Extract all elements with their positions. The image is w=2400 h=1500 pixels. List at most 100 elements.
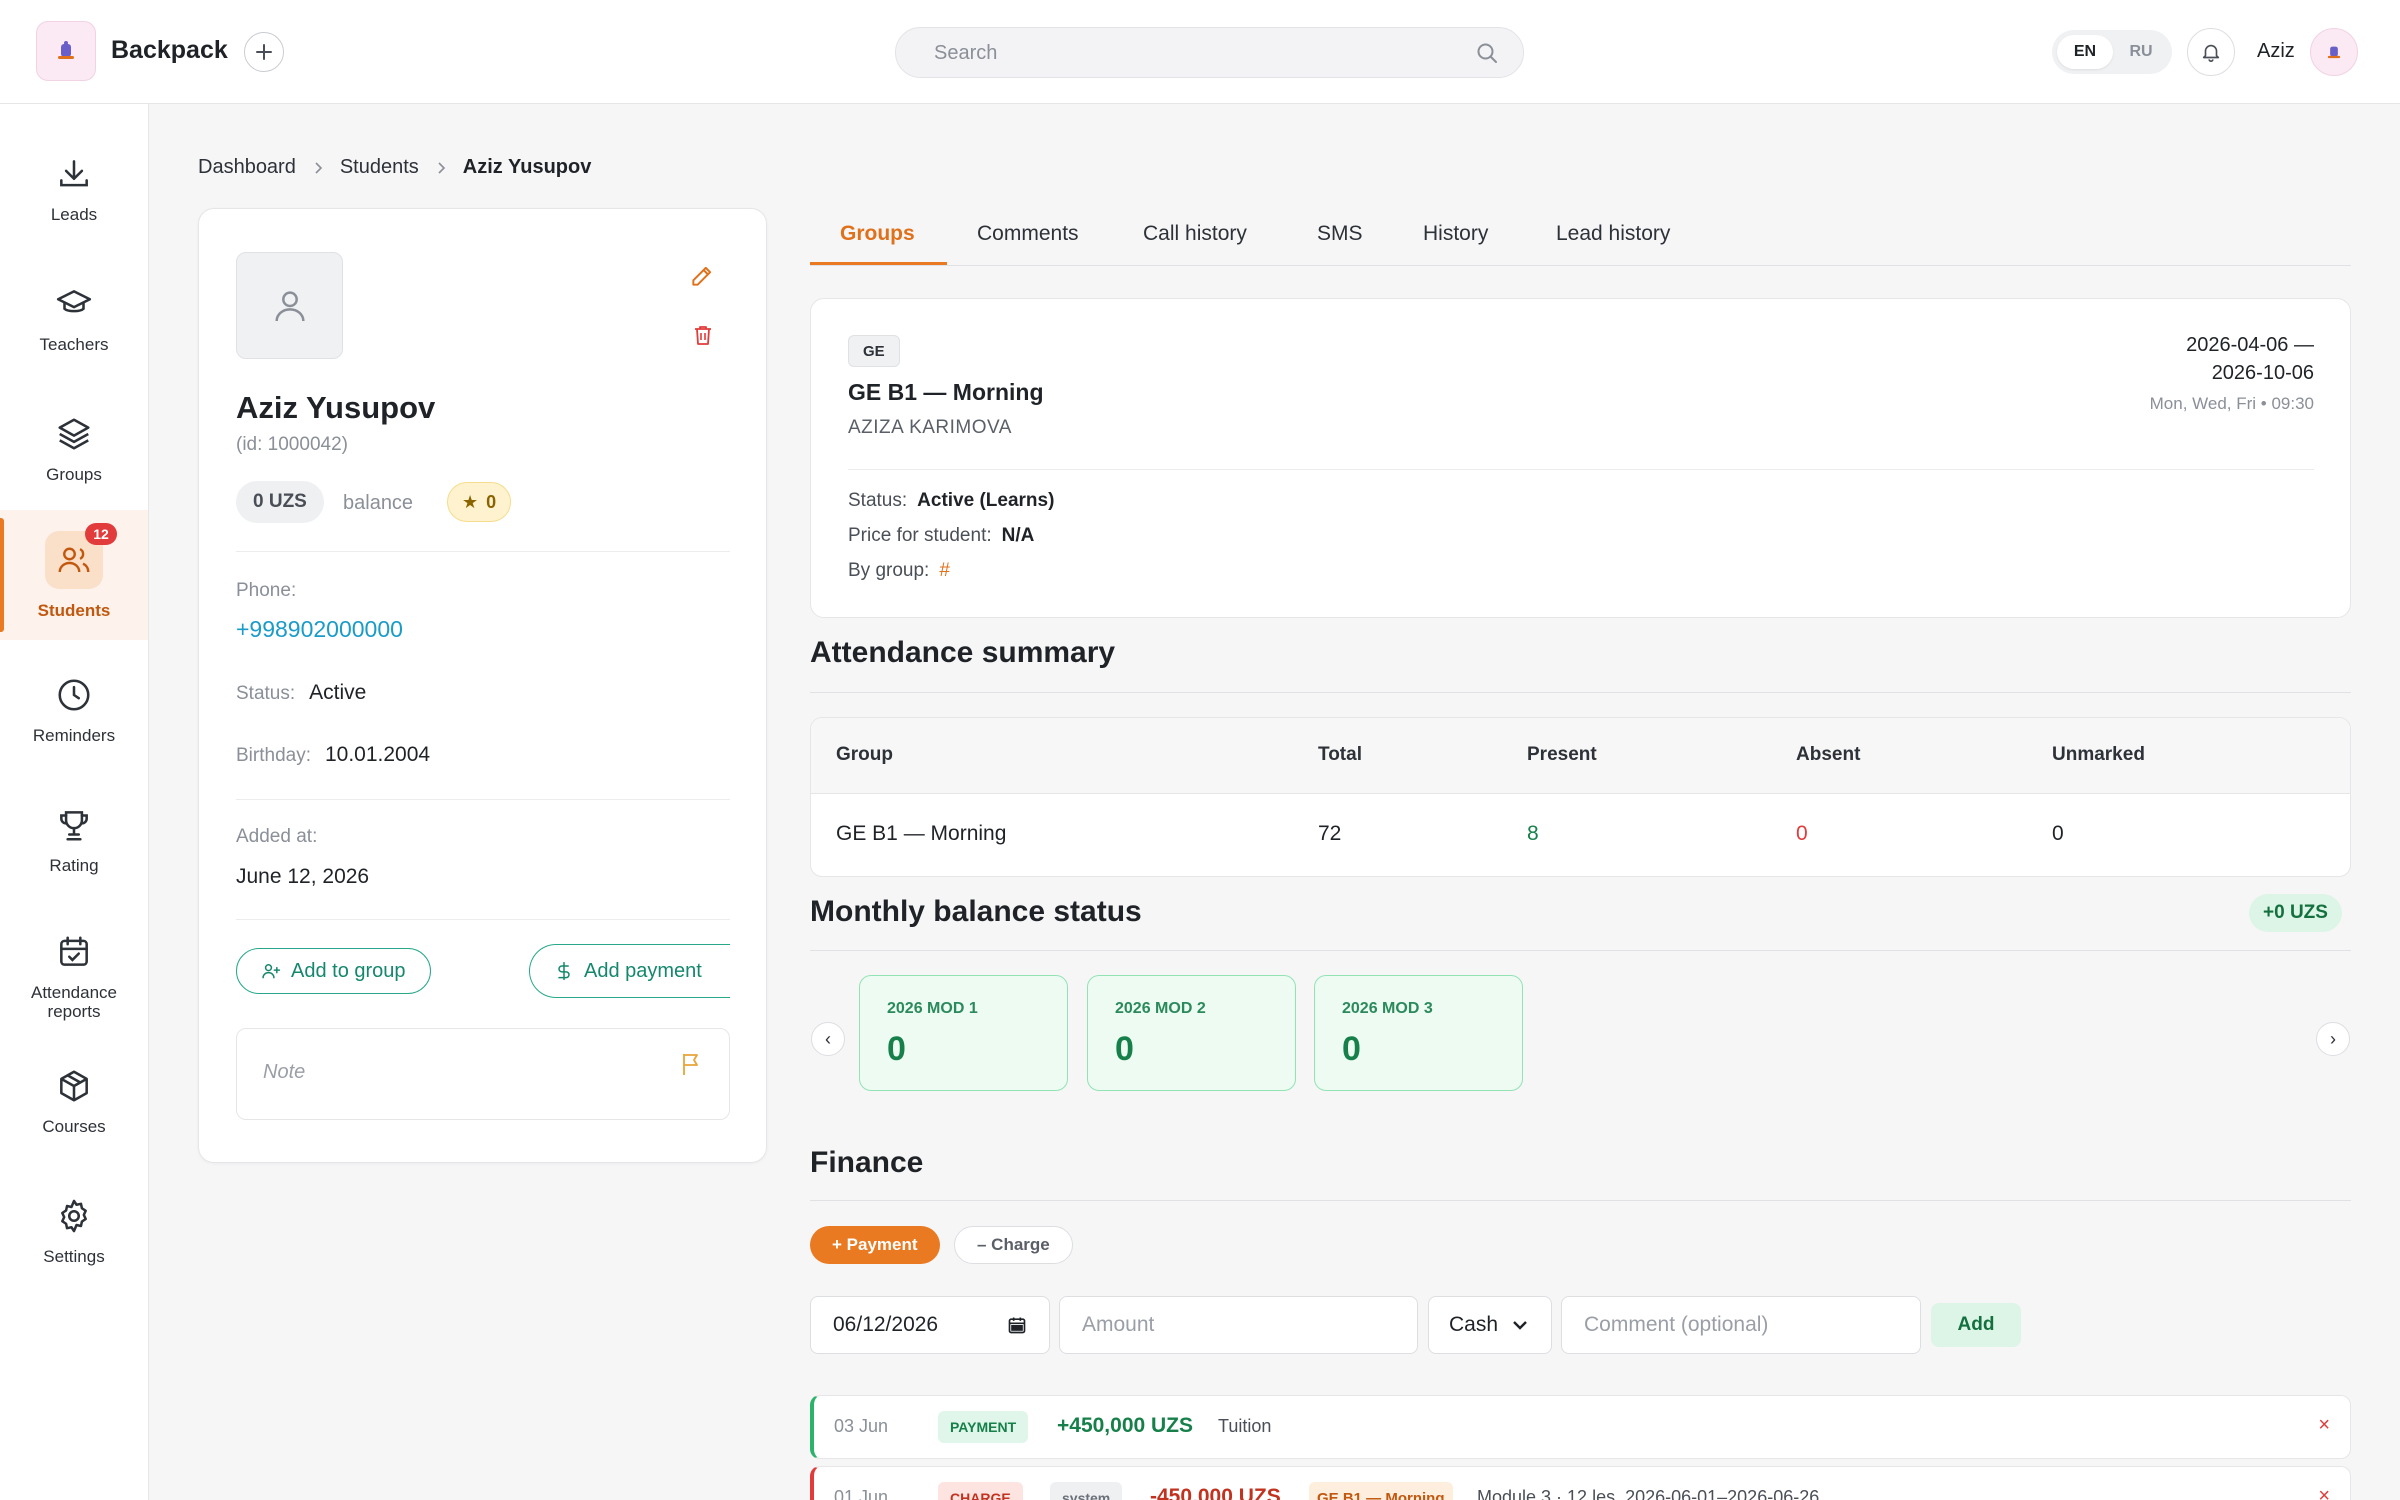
modules-prev-button[interactable]: ‹: [811, 1022, 845, 1056]
sidebar-item-students[interactable]: 12 Students: [0, 510, 148, 640]
date-input[interactable]: 06/12/2026: [810, 1296, 1050, 1354]
transaction-source-tag: system: [1050, 1482, 1123, 1500]
sidebar-item-rating[interactable]: Rating: [0, 775, 148, 905]
phone-link[interactable]: +998902000000: [236, 616, 403, 643]
divider: [848, 469, 2314, 470]
module-card[interactable]: 2026 MOD 1 0: [859, 975, 1068, 1091]
tab-sms[interactable]: SMS: [1317, 222, 1363, 246]
user-plus-icon: [262, 964, 281, 979]
divider: [236, 919, 730, 920]
sidebar-item-label: Attendance reports: [30, 983, 117, 1021]
col-present: Present: [1527, 744, 1597, 765]
group-name[interactable]: GE B1 — Morning: [848, 379, 1044, 406]
sidebar-item-label: Teachers: [39, 334, 109, 354]
group-schedule: Mon, Wed, Fri • 09:30: [2149, 394, 2314, 413]
tab-lead-history[interactable]: Lead history: [1556, 222, 1670, 246]
add-transaction-button[interactable]: Add: [1931, 1303, 2021, 1347]
transaction-description: Tuition: [1218, 1416, 1272, 1436]
status-label: Status:: [236, 683, 296, 704]
balance-pill: 0 UZS: [236, 481, 324, 523]
delete-transaction-button[interactable]: ×: [2318, 1485, 2330, 1500]
sidebar-item-reminders[interactable]: Reminders: [0, 645, 148, 775]
modules-next-button[interactable]: ›: [2316, 1022, 2350, 1056]
note-field[interactable]: Note: [236, 1028, 730, 1120]
added-value: June 12, 2026: [236, 865, 370, 888]
lang-en-option[interactable]: EN: [2057, 35, 2113, 69]
group-dates: 2026-04-06 — 2026-10-06: [2186, 331, 2314, 387]
breadcrumb-dashboard[interactable]: Dashboard: [198, 156, 296, 179]
edit-student-button[interactable]: [689, 263, 715, 294]
flag-icon[interactable]: [679, 1051, 703, 1077]
clock-icon: [58, 678, 90, 711]
attendance-title: Attendance summary: [810, 636, 1116, 669]
transaction-group-tag[interactable]: GE B1 — Morning: [1309, 1482, 1453, 1500]
group-by-label: By group:: [848, 560, 930, 581]
add-to-group-button[interactable]: Add to group: [236, 948, 431, 994]
payment-mode-button[interactable]: + Payment: [810, 1226, 940, 1264]
transaction-amount: -450,000 UZS: [1150, 1485, 1281, 1500]
transaction-amount: +450,000 UZS: [1057, 1414, 1194, 1437]
package-icon: [60, 1069, 88, 1102]
sidebar-item-label: Groups: [46, 464, 102, 484]
tab-groups[interactable]: Groups: [840, 222, 915, 246]
cell-unmarked: 0: [2052, 822, 2064, 845]
sidebar-item-courses[interactable]: Courses: [0, 1036, 148, 1166]
graduation-cap-icon: [56, 289, 92, 312]
sidebar-item-label: Settings: [43, 1246, 105, 1266]
user-placeholder-icon: [274, 290, 305, 321]
amount-input[interactable]: [1059, 1296, 1418, 1354]
group-price-row: Price for student: N/A: [848, 525, 1034, 547]
add-payment-button[interactable]: Add payment: [529, 944, 730, 998]
sidebar-item-attendance-reports[interactable]: Attendance reports: [0, 912, 148, 1042]
quick-add-button[interactable]: [244, 32, 284, 72]
col-group: Group: [836, 744, 893, 765]
delete-transaction-button[interactable]: ×: [2318, 1414, 2330, 1437]
lang-ru-option[interactable]: RU: [2113, 35, 2169, 69]
sidebar-item-leads[interactable]: Leads: [0, 124, 148, 254]
breadcrumb-students[interactable]: Students: [340, 156, 419, 179]
charge-mode-button[interactable]: – Charge: [954, 1226, 1073, 1264]
search-icon[interactable]: [1475, 41, 1499, 65]
table-header: Group Total Present Absent Unmarked: [811, 718, 2350, 794]
group-by-row: By group: #: [848, 560, 950, 582]
divider: [810, 950, 2351, 951]
module-card[interactable]: 2026 MOD 3 0: [1314, 975, 1523, 1091]
sidebar-item-label: Reminders: [32, 725, 116, 745]
language-switch: EN RU: [2052, 30, 2172, 74]
transaction-type-tag: PAYMENT: [938, 1411, 1029, 1443]
students-count-badge: 12: [85, 522, 117, 545]
student-photo[interactable]: [236, 252, 343, 359]
rating-value: 0: [486, 491, 497, 512]
breadcrumb-current: Aziz Yusupov: [462, 156, 592, 178]
group-teacher: AZIZA KARIMOVA: [848, 417, 1012, 438]
group-price-value: N/A: [1001, 525, 1035, 546]
tab-call-history[interactable]: Call history: [1143, 222, 1247, 246]
avatar-logo-icon: [2327, 46, 2341, 59]
search-bar: [895, 27, 1524, 78]
module-card[interactable]: 2026 MOD 2 0: [1087, 975, 1296, 1091]
group-card[interactable]: GE GE B1 — Morning AZIZA KARIMOVA 2026-0…: [810, 298, 2351, 618]
chevron-right-icon: [438, 161, 445, 174]
sidebar-item-groups[interactable]: Groups: [0, 384, 148, 514]
tab-history[interactable]: History: [1423, 222, 1488, 246]
comment-input[interactable]: [1561, 1296, 1921, 1354]
sidebar-item-label: Leads: [50, 204, 98, 224]
date-value: 06/12/2026: [833, 1313, 939, 1336]
user-name[interactable]: Aziz: [2257, 40, 2295, 63]
notifications-button[interactable]: [2187, 28, 2235, 76]
delete-student-button[interactable]: [691, 323, 715, 352]
group-status-row: Status: Active (Learns): [848, 490, 1054, 512]
download-icon: [60, 159, 88, 186]
app-logo[interactable]: [36, 21, 96, 81]
status-value: Active: [309, 681, 367, 704]
user-avatar[interactable]: [2310, 28, 2358, 76]
module-value: 0: [887, 1030, 906, 1068]
calendar-icon[interactable]: [1007, 1315, 1027, 1335]
sidebar-item-settings[interactable]: Settings: [0, 1166, 148, 1296]
divider: [236, 799, 730, 800]
group-by-link[interactable]: #: [939, 560, 950, 581]
tab-comments[interactable]: Comments: [977, 222, 1079, 246]
sidebar-item-teachers[interactable]: Teachers: [0, 254, 148, 384]
payment-method-select[interactable]: Cash: [1428, 1296, 1552, 1354]
search-input[interactable]: [934, 40, 1454, 66]
